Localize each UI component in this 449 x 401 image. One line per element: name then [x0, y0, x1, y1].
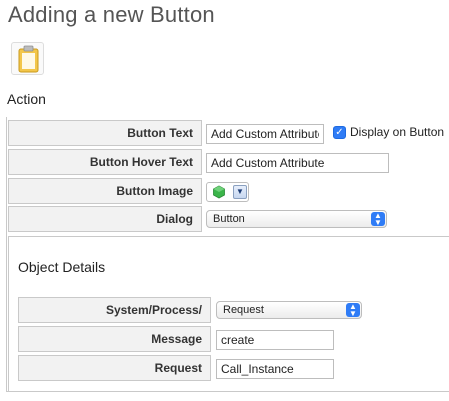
system-process-selected-value: Request	[223, 304, 264, 316]
select-arrows-icon: ▲ ▼	[371, 212, 385, 227]
display-on-button-label: Display on Button	[350, 125, 445, 139]
button-hover-text-label: Button Hover Text	[8, 149, 202, 175]
object-details-title: Object Details	[18, 259, 106, 275]
button-icon-preview	[11, 42, 44, 75]
chevron-down-icon[interactable]: ▼	[233, 185, 247, 199]
page-title: Adding a new Button	[8, 2, 215, 27]
button-text-input[interactable]	[206, 124, 324, 144]
system-process-label: System/Process/	[18, 297, 211, 323]
dialog-select[interactable]: Button ▲ ▼	[206, 210, 387, 228]
message-input[interactable]	[216, 330, 334, 350]
dialog-label: Dialog	[8, 206, 202, 232]
system-process-select[interactable]: Request ▲ ▼	[216, 301, 362, 319]
button-image-label: Button Image	[8, 178, 202, 204]
action-section-label: Action	[7, 91, 46, 107]
request-input[interactable]	[216, 359, 334, 379]
checkmark-icon: ✓	[335, 127, 344, 138]
message-label: Message	[18, 326, 211, 352]
clipboard-icon	[18, 45, 39, 73]
request-label: Request	[18, 355, 211, 381]
display-on-button-checkbox[interactable]: ✓	[333, 126, 346, 139]
button-image-picker[interactable]: ▼	[206, 182, 249, 202]
select-arrows-icon: ▲ ▼	[346, 303, 360, 318]
button-hover-text-input[interactable]	[206, 153, 389, 173]
green-hexagon-icon	[213, 185, 225, 199]
dialog-selected-value: Button	[213, 213, 245, 225]
button-text-label: Button Text	[8, 120, 202, 146]
